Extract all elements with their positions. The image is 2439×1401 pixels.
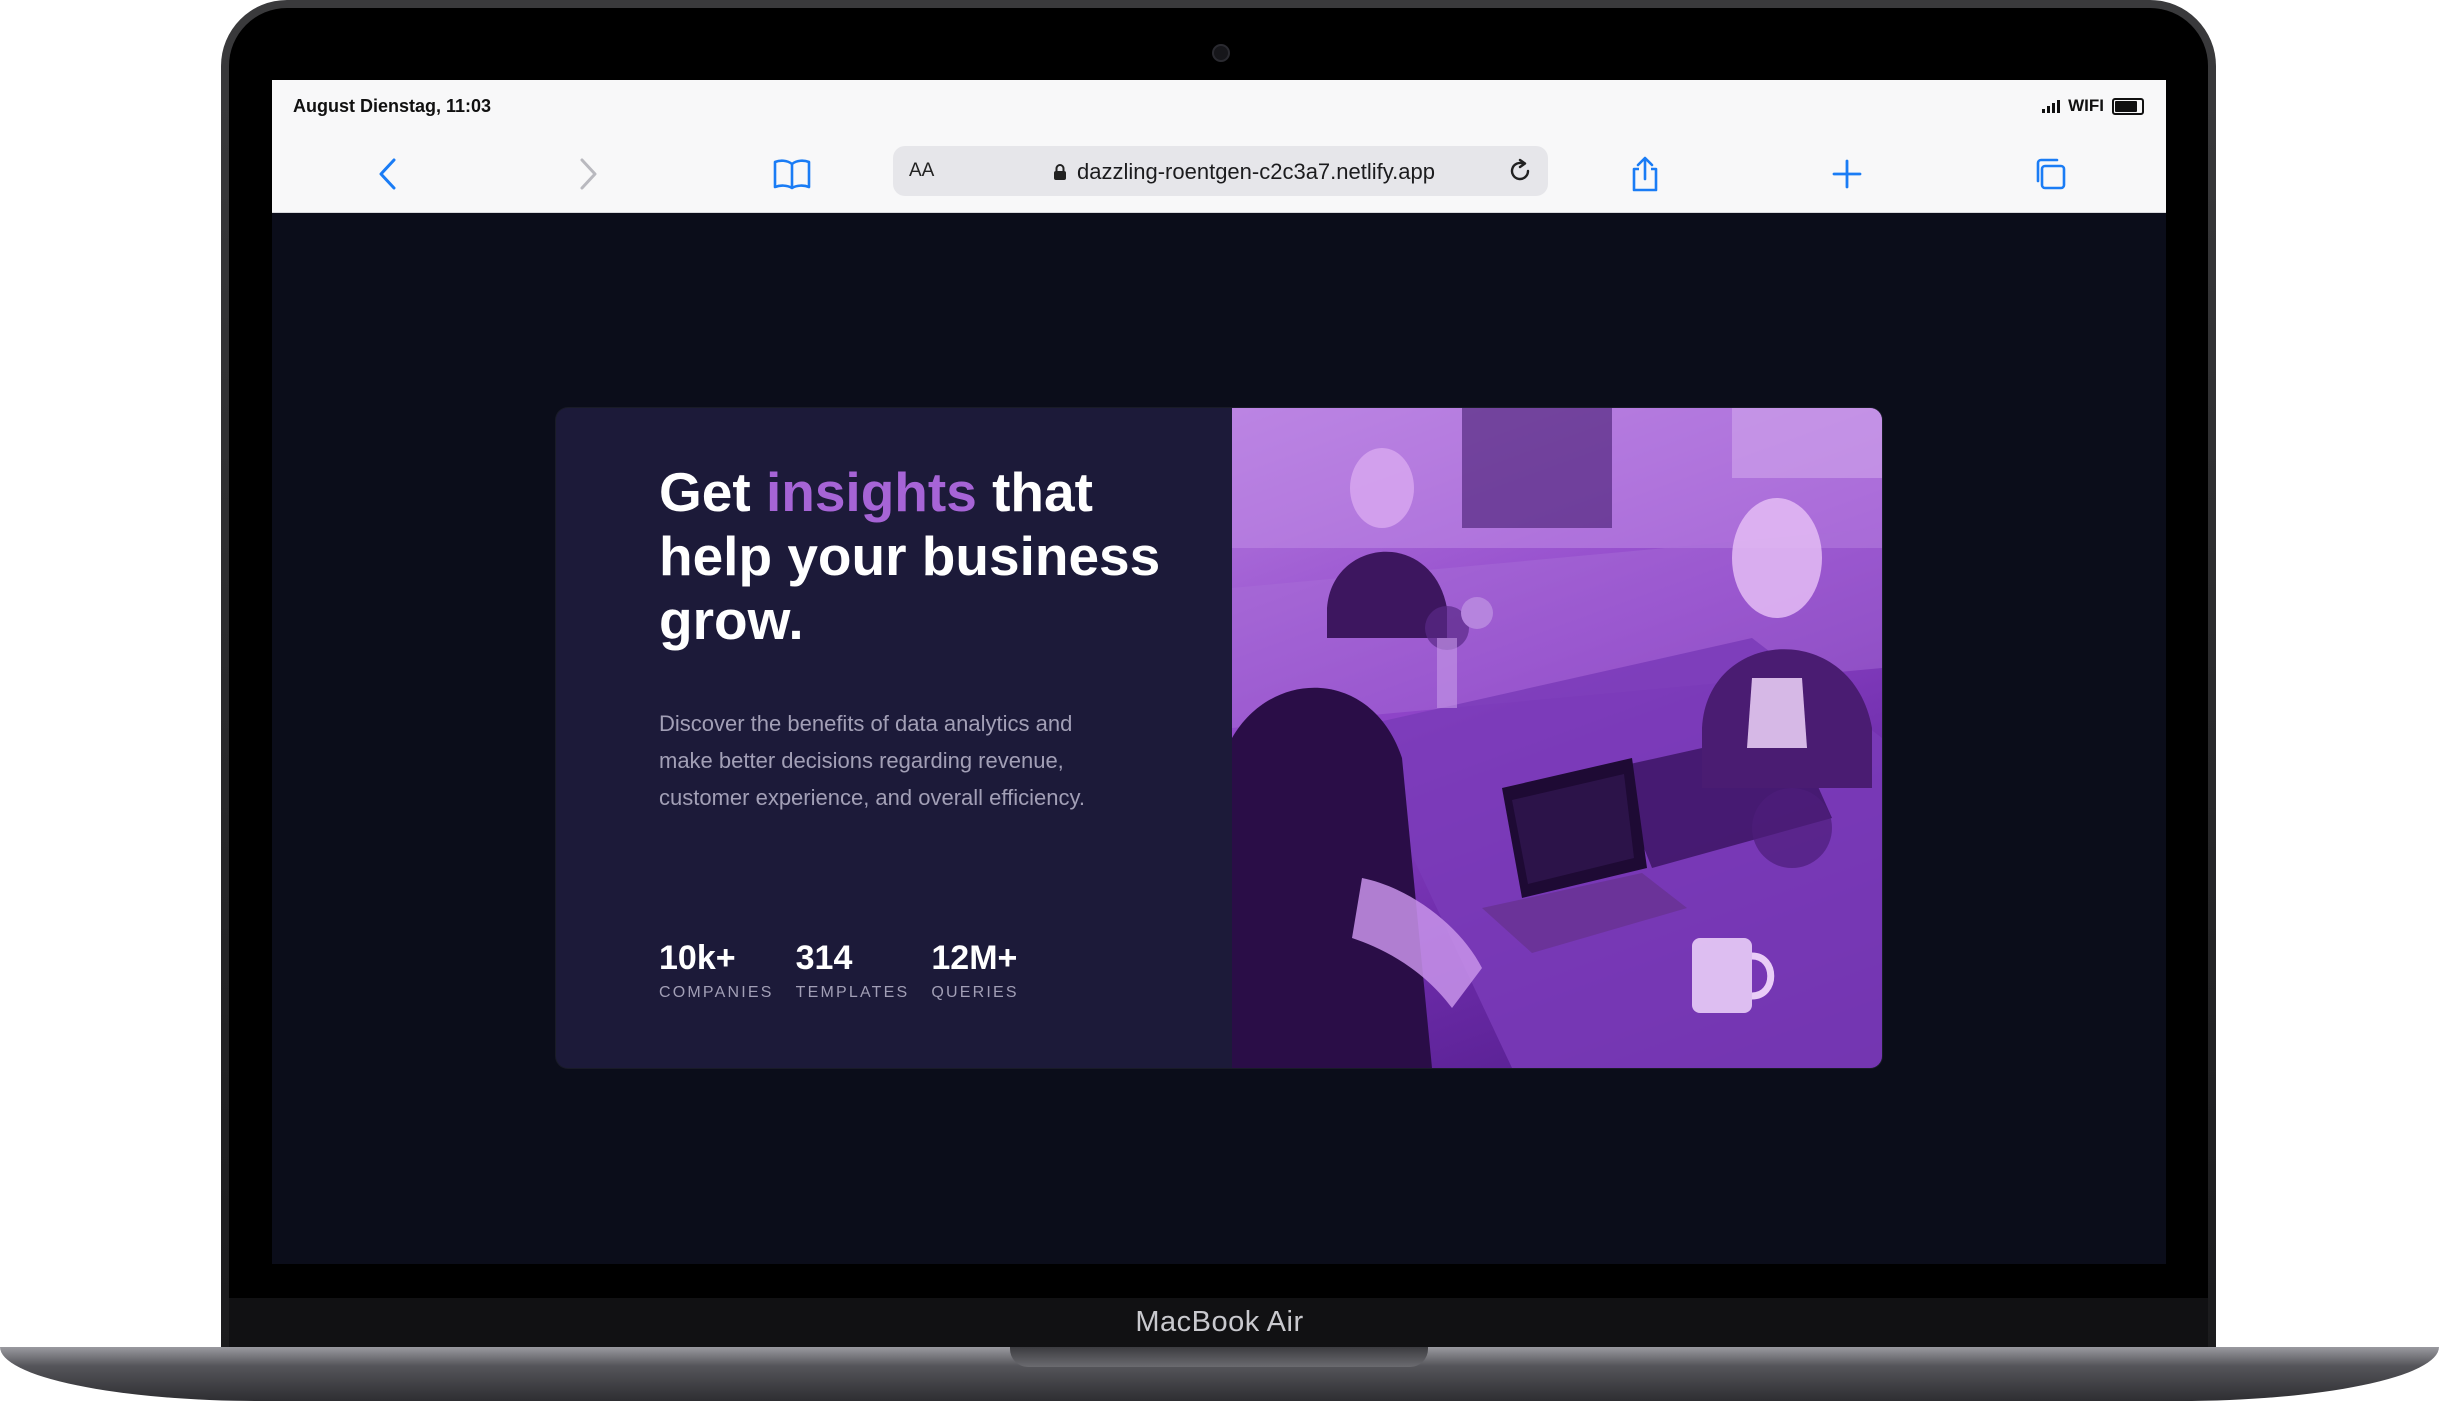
headline-accent: insights: [765, 461, 977, 523]
status-time: August Dienstag, 11:03: [293, 96, 492, 116]
hero-photo: [1232, 408, 1882, 1068]
new-tab-button[interactable]: [1823, 150, 1871, 198]
device-label: MacBook Air: [1135, 1306, 1304, 1338]
book-icon: [773, 159, 811, 190]
screen: August Dienstag, 11:03 WIFI AA dazzling-…: [272, 80, 2166, 1264]
chevron-left-icon: [379, 158, 396, 190]
back-button[interactable]: [364, 150, 412, 198]
stats-row: 10k+ COMPANIES 314 TEMPLATES 12M+ QUERIE…: [659, 938, 1019, 1002]
share-button[interactable]: [1621, 150, 1669, 198]
headline-start: Get: [659, 461, 751, 523]
chevron-right-icon: [580, 158, 597, 190]
forward-button[interactable]: [564, 150, 612, 198]
stat-value: 12M+: [931, 939, 1018, 977]
lock-icon: [1054, 164, 1066, 180]
tabs-button[interactable]: [2026, 150, 2074, 198]
office-meeting-illustration: [1232, 408, 1882, 1068]
stat-label: COMPANIES: [659, 984, 774, 1001]
reload-icon: [1510, 158, 1530, 181]
address-bar[interactable]: AA dazzling-roentgen-c2c3a7.netlify.app: [893, 146, 1548, 196]
text-size-button[interactable]: AA: [909, 160, 934, 182]
signal-icon: [2042, 99, 2061, 113]
hero-description: Discover the benefits of data analytics …: [659, 711, 1085, 810]
bookmarks-button[interactable]: [768, 150, 816, 198]
browser-toolbar: AA dazzling-roentgen-c2c3a7.netlify.app: [272, 136, 2166, 213]
tabs-icon: [2036, 158, 2066, 190]
url-text: dazzling-roentgen-c2c3a7.netlify.app: [1077, 159, 1435, 184]
battery-icon: [2112, 97, 2144, 115]
hero-text-panel: Get insights that help your business gro…: [556, 408, 1232, 1068]
laptop-hinge-notch: [1010, 1347, 1428, 1367]
hero-card: Get insights that help your business gro…: [556, 408, 1882, 1068]
status-indicators: WIFI: [2042, 96, 2144, 116]
status-bar: August Dienstag, 11:03 WIFI: [272, 80, 2166, 136]
stat-queries: 12M+ QUERIES: [931, 938, 1018, 1002]
reload-button[interactable]: [1500, 151, 1540, 191]
share-icon: [1632, 156, 1658, 192]
stat-label: TEMPLATES: [795, 984, 910, 1001]
stat-templates: 314 TEMPLATES: [796, 938, 910, 1002]
stat-companies: 10k+ COMPANIES: [659, 938, 774, 1002]
wifi-label: WIFI: [2068, 96, 2104, 115]
stat-value: 314: [795, 939, 853, 977]
stat-label: QUERIES: [931, 984, 1019, 1001]
hero-headline: Get insights that help your business gro…: [659, 460, 1179, 652]
url-display[interactable]: dazzling-roentgen-c2c3a7.netlify.app: [1053, 159, 1435, 185]
stat-value: 10k+: [659, 939, 736, 977]
camera-icon: [1212, 44, 1230, 62]
plus-icon: [1832, 159, 1862, 189]
